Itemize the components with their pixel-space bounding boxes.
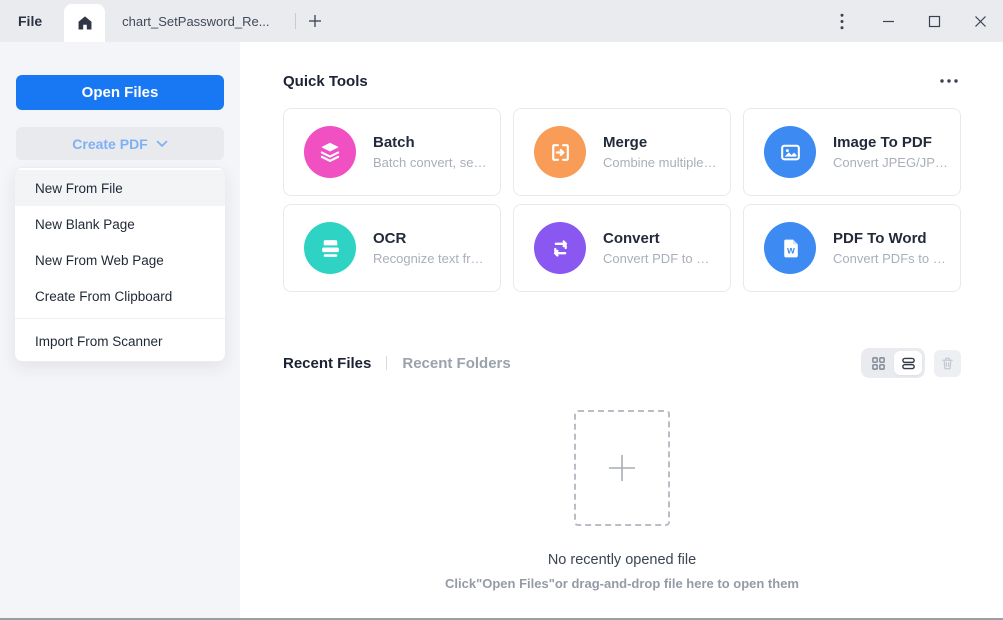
sidebar: Open Files Create PDF New From File New …: [0, 42, 240, 618]
tool-subtitle: Batch convert, secur...: [373, 155, 490, 170]
layers-icon: [304, 126, 356, 178]
plus-icon: [607, 453, 637, 483]
quick-tool-card-pdf-to-word[interactable]: w PDF To Word Convert PDFs to Wo...: [743, 204, 961, 292]
tool-title: Merge: [603, 134, 648, 151]
close-icon: [974, 15, 987, 28]
window-controls: [819, 0, 1003, 42]
document-tab[interactable]: chart_SetPassword_Re...: [105, 0, 291, 42]
quick-tools-title: Quick Tools: [283, 72, 368, 90]
new-tab-button[interactable]: [300, 6, 330, 36]
list-view-icon: [901, 356, 916, 371]
home-icon: [76, 14, 94, 32]
open-files-button[interactable]: Open Files: [16, 75, 224, 110]
maximize-icon: [928, 15, 941, 28]
ocr-scan-icon: [304, 222, 356, 274]
tab-recent-files[interactable]: Recent Files: [283, 355, 371, 372]
recent-tabs-divider: [386, 356, 388, 370]
drop-zone[interactable]: [574, 410, 670, 526]
create-pdf-dropdown-menu: New From File New Blank Page New From We…: [14, 167, 226, 362]
menu-divider: [15, 318, 225, 319]
more-options-button[interactable]: [819, 0, 865, 42]
empty-state-title: No recently opened file: [547, 552, 697, 568]
image-icon: [764, 126, 816, 178]
kebab-menu-icon: [840, 13, 844, 30]
recent-files-empty-state: No recently opened file Click"Open Files…: [283, 378, 961, 591]
tool-title: OCR: [373, 230, 407, 247]
grid-view-icon: [871, 356, 886, 371]
tool-subtitle: Convert PDFs to Wo...: [833, 251, 950, 266]
tool-subtitle: Recognize text from i...: [373, 251, 490, 266]
grid-view-button[interactable]: [864, 351, 892, 375]
recent-section-header: Recent Files Recent Folders: [283, 348, 961, 378]
home-tab[interactable]: [64, 4, 106, 42]
quick-tools-more-button[interactable]: [937, 72, 961, 90]
word-document-icon: w: [764, 222, 816, 274]
minimize-icon: [882, 15, 895, 28]
main-panel: Quick Tools Batch Batch convert, secur..…: [240, 42, 1003, 618]
tab-recent-folders[interactable]: Recent Folders: [402, 355, 510, 372]
close-button[interactable]: [957, 0, 1003, 42]
chevron-down-icon: [156, 140, 168, 148]
merge-icon: [534, 126, 586, 178]
quick-tool-card-convert[interactable]: Convert Convert PDF to Wor...: [513, 204, 731, 292]
minimize-button[interactable]: [865, 0, 911, 42]
menu-item-new-from-file[interactable]: New From File: [15, 170, 225, 206]
create-pdf-button[interactable]: Create PDF: [16, 127, 224, 160]
quick-tool-card-image-to-pdf[interactable]: Image To PDF Convert JPEG/JPG/PN...: [743, 108, 961, 196]
menu-item-create-from-clipboard[interactable]: Create From Clipboard: [15, 278, 225, 314]
view-toggle: [861, 348, 925, 378]
document-tab-title: chart_SetPassword_Re...: [122, 13, 270, 29]
quick-tool-card-batch[interactable]: Batch Batch convert, secur...: [283, 108, 501, 196]
tool-subtitle: Convert PDF to Wor...: [603, 251, 720, 266]
tool-subtitle: Convert JPEG/JPG/PN...: [833, 155, 950, 170]
tool-title: PDF To Word: [833, 230, 927, 247]
empty-state-subtitle: Click"Open Files"or drag-and-drop file h…: [445, 576, 799, 591]
trash-icon: [940, 356, 955, 371]
clear-recent-button[interactable]: [934, 349, 961, 377]
tool-title: Convert: [603, 230, 660, 247]
tool-title: Image To PDF: [833, 134, 932, 151]
maximize-button[interactable]: [911, 0, 957, 42]
menu-item-import-from-scanner[interactable]: Import From Scanner: [15, 323, 225, 359]
file-menu[interactable]: File: [18, 13, 42, 29]
menu-item-new-blank-page[interactable]: New Blank Page: [15, 206, 225, 242]
plus-icon: [308, 14, 322, 28]
create-pdf-label: Create PDF: [72, 135, 148, 152]
svg-text:w: w: [786, 245, 795, 256]
quick-tools-grid: Batch Batch convert, secur... Merge Comb…: [283, 108, 961, 292]
tab-separator: [295, 13, 297, 29]
tool-subtitle: Combine multiple d...: [603, 155, 720, 170]
list-view-button[interactable]: [894, 351, 922, 375]
titlebar: File chart_SetPassword_Re...: [0, 0, 1003, 42]
tool-title: Batch: [373, 134, 415, 151]
menu-item-new-from-web-page[interactable]: New From Web Page: [15, 242, 225, 278]
quick-tool-card-merge[interactable]: Merge Combine multiple d...: [513, 108, 731, 196]
sync-arrows-icon: [534, 222, 586, 274]
quick-tool-card-ocr[interactable]: OCR Recognize text from i...: [283, 204, 501, 292]
ellipsis-icon: [940, 79, 958, 83]
